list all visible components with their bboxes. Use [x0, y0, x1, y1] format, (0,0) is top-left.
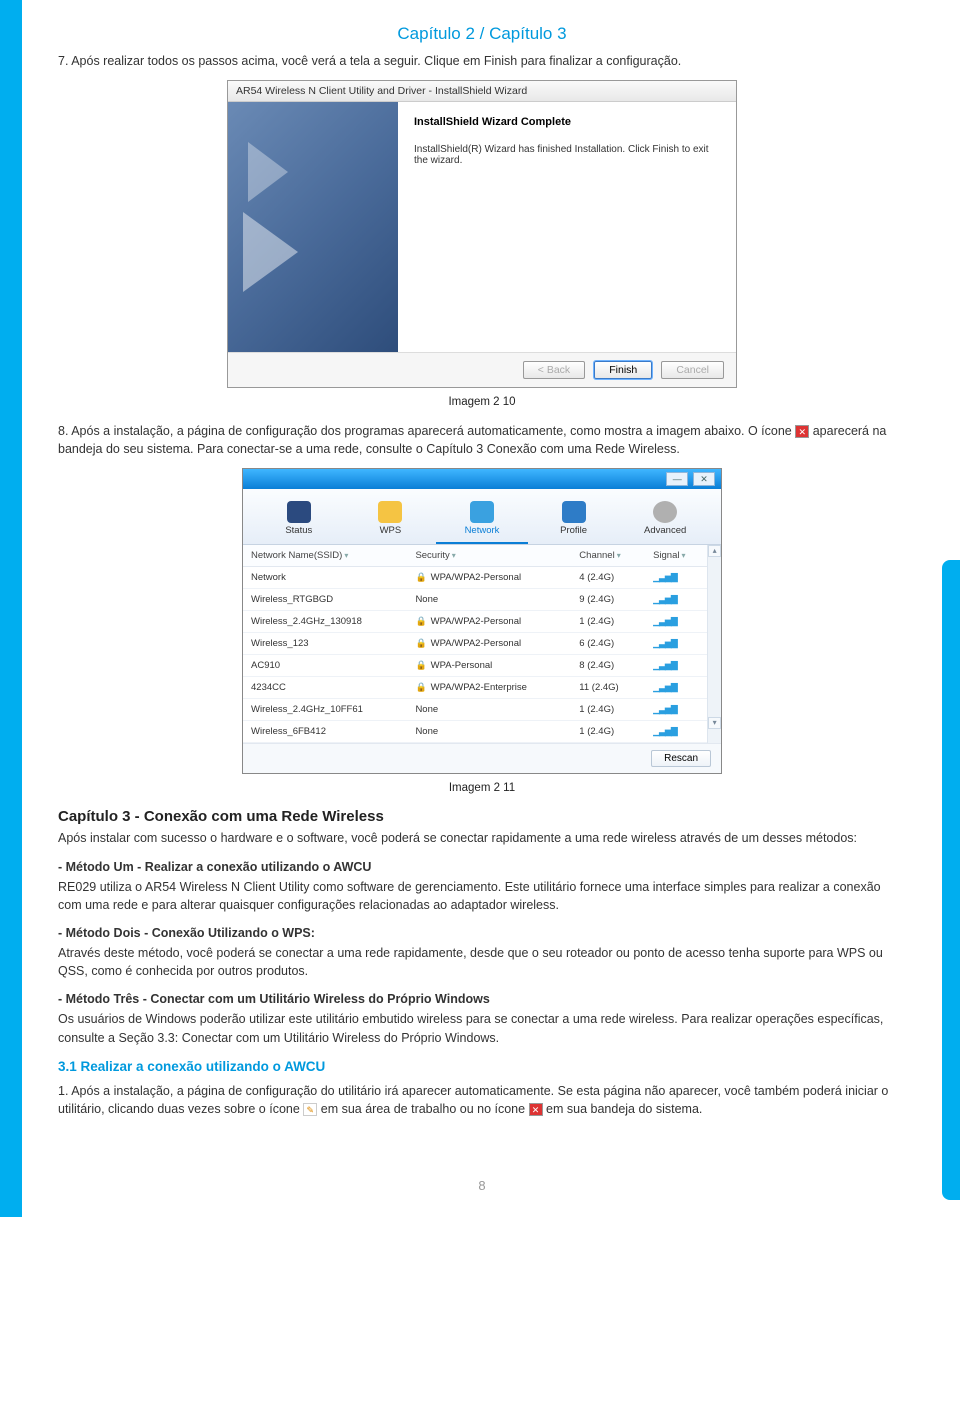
- caption-2-10: Imagem 2 10: [58, 396, 906, 408]
- signal-icon: ▁▃▅▇: [653, 572, 677, 582]
- wizard-title: AR54 Wireless N Client Utility and Drive…: [228, 81, 736, 102]
- col-ssid[interactable]: Network Name(SSID)▾: [243, 545, 407, 567]
- chapter-header: Capítulo 2 / Capítulo 3: [58, 24, 906, 44]
- signal-icon: ▁▃▅▇: [653, 594, 677, 604]
- paragraph-8: 8. Após a instalação, a página de config…: [58, 422, 906, 458]
- method-1-heading: - Método Um - Realizar a conexão utiliza…: [58, 860, 371, 874]
- network-table: Network Name(SSID)▾ Security▾ Channel▾ S…: [243, 545, 707, 743]
- tray-icon: ✕: [795, 425, 809, 438]
- finish-button[interactable]: Finish: [594, 361, 652, 379]
- table-row[interactable]: Wireless_123🔒WPA/WPA2-Personal6 (2.4G)▁▃…: [243, 633, 707, 655]
- tab-profile[interactable]: Profile: [528, 495, 620, 544]
- status-icon: [287, 501, 311, 523]
- sec-3-1-heading: 3.1 Realizar a conexão utilizando o AWCU: [58, 1059, 906, 1074]
- table-row[interactable]: Network🔒WPA/WPA2-Personal4 (2.4G)▁▃▅▇: [243, 567, 707, 589]
- col-security[interactable]: Security▾: [407, 545, 571, 567]
- scroll-up-icon[interactable]: ▴: [708, 545, 721, 557]
- sec-3-1-step1: 1. Após a instalação, a página de config…: [58, 1082, 906, 1118]
- scrollbar[interactable]: ▴ ▾: [707, 545, 721, 743]
- lock-icon: 🔒: [415, 616, 426, 626]
- sec3-intro: Após instalar com sucesso o hardware e o…: [58, 829, 906, 847]
- signal-icon: ▁▃▅▇: [653, 682, 677, 692]
- wps-icon: [378, 501, 402, 523]
- tab-network[interactable]: Network: [436, 495, 528, 544]
- tab-wps[interactable]: WPS: [345, 495, 437, 544]
- network-icon: [470, 501, 494, 523]
- page-content: Capítulo 2 / Capítulo 3 7. Após realizar…: [22, 0, 942, 1217]
- window-caption-bar: — ✕: [243, 469, 721, 489]
- paragraph-8a: 8. Após a instalação, a página de config…: [58, 424, 795, 438]
- method-1-text: RE029 utiliza o AR54 Wireless N Client U…: [58, 878, 906, 914]
- table-row[interactable]: Wireless_RTGBGDNone9 (2.4G)▁▃▅▇: [243, 589, 707, 611]
- lock-icon: 🔒: [415, 660, 426, 670]
- lock-icon: 🔒: [415, 682, 426, 692]
- profile-icon: [562, 501, 586, 523]
- table-row[interactable]: AC910🔒WPA-Personal8 (2.4G)▁▃▅▇: [243, 655, 707, 677]
- paragraph-7: 7. Após realizar todos os passos acima, …: [58, 52, 906, 70]
- method-3-text: Os usuários de Windows poderão utilizar …: [58, 1010, 906, 1046]
- right-blue-tab: [942, 560, 960, 1200]
- signal-icon: ▁▃▅▇: [653, 616, 677, 626]
- scroll-down-icon[interactable]: ▾: [708, 717, 721, 729]
- left-blue-bar: [0, 0, 22, 1217]
- tab-status[interactable]: Status: [253, 495, 345, 544]
- table-row[interactable]: Wireless_6FB412None1 (2.4G)▁▃▅▇: [243, 721, 707, 743]
- method-2-text: Através deste método, você poderá se con…: [58, 944, 906, 980]
- method-2-heading: - Método Dois - Conexão Utilizando o WPS…: [58, 926, 315, 940]
- lock-icon: 🔒: [415, 572, 426, 582]
- tab-advanced[interactable]: Advanced: [619, 495, 711, 544]
- table-row[interactable]: Wireless_2.4GHz_130918🔒WPA/WPA2-Personal…: [243, 611, 707, 633]
- close-button[interactable]: ✕: [693, 472, 715, 486]
- method-3-heading: - Método Três - Conectar com um Utilitár…: [58, 992, 490, 1006]
- cancel-button[interactable]: Cancel: [661, 361, 724, 379]
- wizard-heading: InstallShield Wizard Complete: [414, 116, 720, 128]
- col-channel[interactable]: Channel▾: [571, 545, 645, 567]
- network-utility-window: — ✕ Status WPS Network Profile Advanced …: [242, 468, 722, 774]
- advanced-icon: [653, 501, 677, 523]
- chapter-3-title: Capítulo 3 - Conexão com uma Rede Wirele…: [58, 808, 906, 825]
- wizard-side-graphic: [228, 102, 398, 352]
- wizard-body-text: InstallShield(R) Wizard has finished Ins…: [414, 144, 720, 166]
- systray-icon: ✕: [529, 1103, 543, 1116]
- signal-icon: ▁▃▅▇: [653, 726, 677, 736]
- col-signal[interactable]: Signal▾: [645, 545, 707, 567]
- utility-tabs: Status WPS Network Profile Advanced: [243, 489, 721, 545]
- installshield-wizard-window: AR54 Wireless N Client Utility and Drive…: [227, 80, 737, 388]
- signal-icon: ▁▃▅▇: [653, 660, 677, 670]
- lock-icon: 🔒: [415, 638, 426, 648]
- minimize-button[interactable]: —: [666, 472, 688, 486]
- rescan-button[interactable]: Rescan: [651, 750, 711, 767]
- table-row[interactable]: 4234CC🔒WPA/WPA2-Enterprise11 (2.4G)▁▃▅▇: [243, 677, 707, 699]
- table-row[interactable]: Wireless_2.4GHz_10FF61None1 (2.4G)▁▃▅▇: [243, 699, 707, 721]
- signal-icon: ▁▃▅▇: [653, 704, 677, 714]
- page-number: 8: [58, 1178, 906, 1193]
- back-button[interactable]: < Back: [523, 361, 585, 379]
- caption-2-11: Imagem 2 11: [58, 782, 906, 794]
- signal-icon: ▁▃▅▇: [653, 638, 677, 648]
- desktop-icon: ✎: [303, 1103, 317, 1116]
